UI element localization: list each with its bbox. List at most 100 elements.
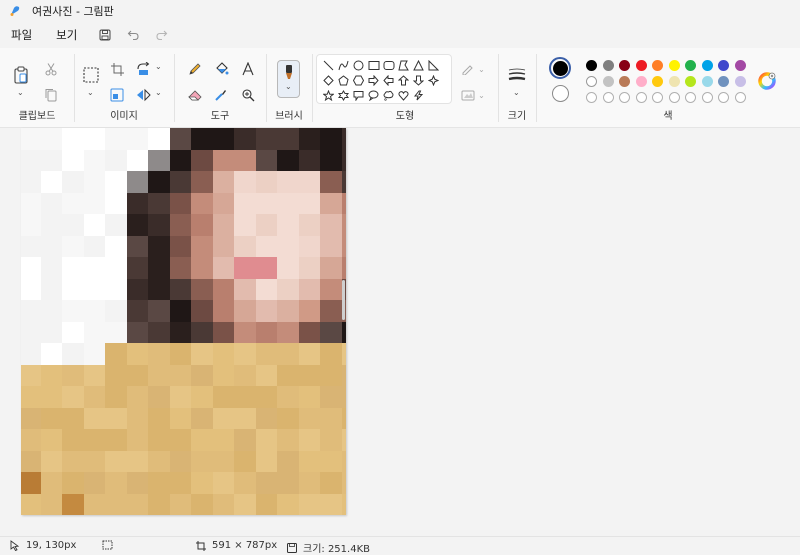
undo-icon[interactable]	[122, 24, 144, 46]
lightning-shape-icon[interactable]	[411, 88, 426, 103]
up-arrow-shape-icon[interactable]	[396, 73, 411, 88]
color-swatch[interactable]	[718, 76, 729, 87]
rect-callout-shape-icon[interactable]	[351, 88, 366, 103]
mosaic-pixel	[320, 321, 343, 344]
eraser-icon[interactable]	[184, 84, 206, 106]
custom-color-slot[interactable]	[586, 92, 597, 103]
color-swatch[interactable]	[586, 60, 597, 71]
color-swatch[interactable]	[734, 60, 746, 71]
resize-icon[interactable]	[106, 84, 128, 106]
paste-icon[interactable]	[10, 64, 32, 86]
shape-outline-dropdown[interactable]: ⌄	[458, 58, 488, 80]
mosaic-pixel	[169, 128, 192, 151]
file-menu[interactable]: 파일	[4, 24, 39, 46]
color-swatch[interactable]	[619, 76, 630, 87]
oval-callout-shape-icon[interactable]	[366, 88, 381, 103]
custom-color-slot[interactable]	[602, 92, 614, 103]
rotate-icon[interactable]	[132, 58, 154, 80]
flip-icon[interactable]	[132, 84, 154, 106]
mosaic-pixel	[191, 472, 214, 495]
secondary-color-button[interactable]	[552, 85, 569, 102]
custom-color-slot[interactable]	[668, 92, 680, 103]
color-swatch[interactable]	[701, 60, 713, 71]
cloud-callout-shape-icon[interactable]	[381, 88, 396, 103]
mosaic-pixel	[40, 450, 63, 473]
color-swatch[interactable]	[619, 60, 630, 71]
color-swatch[interactable]	[668, 60, 680, 71]
color-swatch[interactable]	[602, 76, 614, 87]
custom-color-slot[interactable]	[652, 92, 663, 103]
color-swatch[interactable]	[635, 76, 647, 87]
stroke-size-icon[interactable]	[506, 64, 528, 86]
drawing-canvas[interactable]	[21, 128, 346, 515]
color-swatch[interactable]	[635, 60, 647, 71]
mosaic-pixel	[21, 214, 42, 237]
cut-icon[interactable]	[40, 58, 62, 80]
select-dropdown-icon[interactable]: ⌄	[87, 88, 94, 97]
rotate-dropdown-icon[interactable]: ⌄	[155, 62, 162, 71]
primary-color-button[interactable]	[549, 57, 571, 79]
rectangle-shape-icon[interactable]	[366, 58, 381, 73]
color-picker-icon[interactable]	[210, 84, 232, 106]
canvas-resize-handle[interactable]	[342, 280, 345, 320]
color-swatch[interactable]	[701, 76, 713, 87]
redo-icon[interactable]	[150, 24, 172, 46]
rounded-rectangle-shape-icon[interactable]	[381, 58, 396, 73]
pentagon-shape-icon[interactable]	[336, 73, 351, 88]
brush-button[interactable]: ⌄	[277, 60, 300, 98]
triangle-shape-icon[interactable]	[411, 58, 426, 73]
color-swatch[interactable]	[685, 60, 696, 71]
down-arrow-shape-icon[interactable]	[411, 73, 426, 88]
oval-shape-icon[interactable]	[351, 58, 366, 73]
custom-color-slot[interactable]	[685, 92, 696, 103]
heart-shape-icon[interactable]	[396, 88, 411, 103]
brush-dropdown-icon[interactable]: ⌄	[285, 82, 292, 91]
edit-colors-icon[interactable]	[758, 72, 776, 90]
curve-shape-icon[interactable]	[336, 58, 351, 73]
mosaic-pixel	[277, 472, 300, 495]
mosaic-pixel	[277, 278, 300, 301]
crop-icon[interactable]	[106, 58, 128, 80]
mosaic-pixel	[21, 149, 42, 172]
mosaic-pixel	[255, 171, 278, 194]
custom-color-slot[interactable]	[734, 92, 746, 103]
color-swatch[interactable]	[652, 60, 663, 71]
magnifier-icon[interactable]	[237, 84, 259, 106]
custom-color-slot[interactable]	[635, 92, 647, 103]
right-arrow-shape-icon[interactable]	[366, 73, 381, 88]
left-arrow-shape-icon[interactable]	[381, 73, 396, 88]
hexagon-shape-icon[interactable]	[351, 73, 366, 88]
custom-color-slot[interactable]	[619, 92, 630, 103]
color-swatch[interactable]	[668, 76, 680, 87]
line-shape-icon[interactable]	[321, 58, 336, 73]
select-icon[interactable]	[80, 64, 102, 86]
flip-dropdown-icon[interactable]: ⌄	[155, 88, 162, 97]
file-size-status: 크기: 251.4KB	[287, 540, 370, 555]
mosaic-pixel	[126, 386, 149, 409]
color-swatch[interactable]	[586, 76, 597, 87]
mosaic-pixel	[148, 128, 171, 151]
polygon-shape-icon[interactable]	[396, 58, 411, 73]
size-dropdown-icon[interactable]: ⌄	[513, 88, 520, 97]
save-icon[interactable]	[94, 24, 116, 46]
shape-fill-dropdown[interactable]: ⌄	[458, 84, 488, 106]
color-swatch[interactable]	[652, 76, 663, 87]
paste-dropdown-icon[interactable]: ⌄	[17, 88, 24, 97]
diamond-shape-icon[interactable]	[321, 73, 336, 88]
custom-color-slot[interactable]	[718, 92, 729, 103]
color-swatch[interactable]	[602, 60, 614, 71]
mosaic-pixel	[277, 407, 300, 430]
text-icon[interactable]	[237, 58, 259, 80]
right-triangle-shape-icon[interactable]	[426, 58, 441, 73]
five-point-star-shape-icon[interactable]	[321, 88, 336, 103]
view-menu[interactable]: 보기	[49, 24, 84, 46]
color-swatch[interactable]	[734, 76, 746, 87]
color-swatch[interactable]	[718, 60, 729, 71]
pencil-icon[interactable]	[184, 58, 206, 80]
color-swatch[interactable]	[685, 76, 696, 87]
copy-icon[interactable]	[40, 84, 62, 106]
custom-color-slot[interactable]	[701, 92, 713, 103]
four-point-star-shape-icon[interactable]	[426, 73, 441, 88]
fill-icon[interactable]	[210, 58, 232, 80]
six-point-star-shape-icon[interactable]	[336, 88, 351, 103]
